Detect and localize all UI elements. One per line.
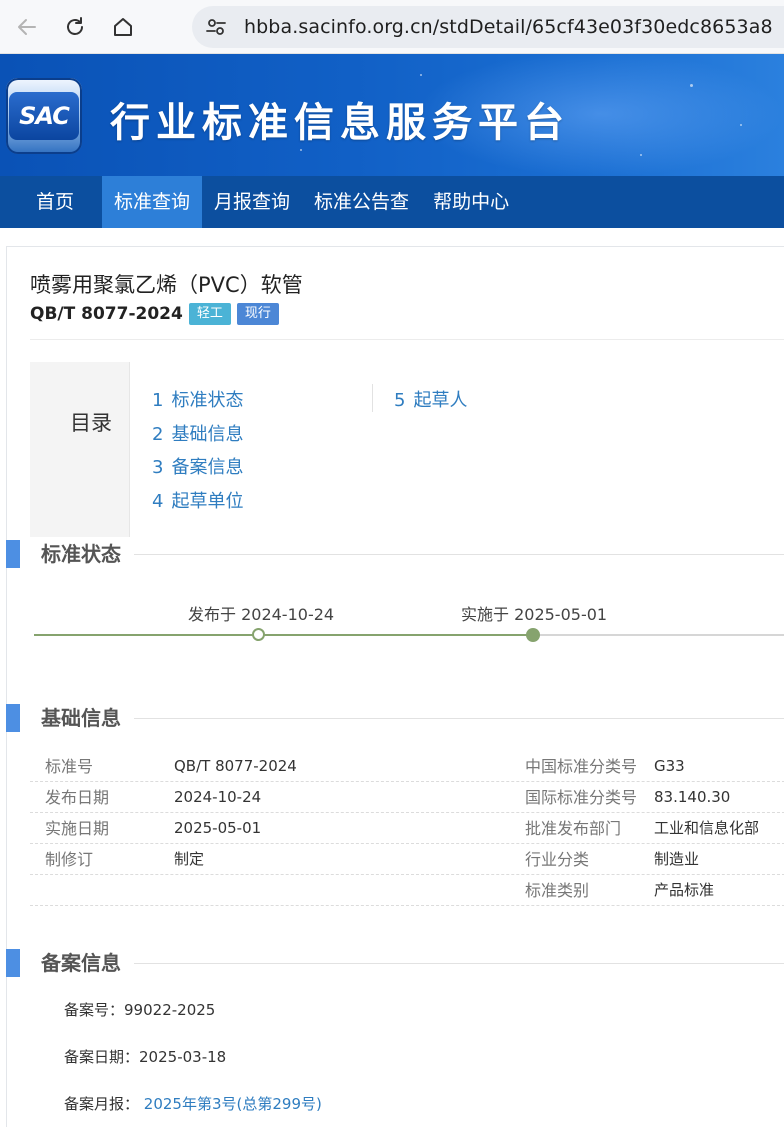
field-value: 工业和信息化部 (654, 819, 760, 837)
section-rule (134, 963, 784, 964)
table-row: 标准类别 产品标准 (30, 875, 784, 906)
timeline-progress-line (34, 634, 534, 636)
filing-number: 备案号：99022-2025 (64, 1001, 216, 1019)
toc-item-drafters[interactable]: 5 起草人 (394, 386, 467, 420)
filing-monthly-report: 备案月报： 2025年第3号(总第299号) (64, 1095, 322, 1113)
section-basic-heading: 基础信息 (6, 704, 784, 732)
timeline-implemented-label: 实施于 2025-05-01 (461, 605, 608, 624)
site-banner: SAC 行业标准信息服务平台 (0, 54, 784, 176)
field-value: QB/T 8077-2024 (174, 757, 297, 775)
section-status-heading: 标准状态 (6, 540, 784, 568)
section-filing-heading: 备案信息 (6, 949, 784, 977)
standard-code-row: QB/T 8077-2024 轻工 现行 (30, 303, 279, 325)
title-divider (30, 339, 784, 340)
field-value: G33 (654, 757, 685, 775)
toc-item-status[interactable]: 1 标准状态 (152, 386, 243, 420)
back-button[interactable] (12, 12, 42, 42)
reload-icon (67, 17, 83, 35)
timeline-future-line (534, 634, 784, 636)
url-text[interactable]: hbba.sacinfo.org.cn/stdDetail/65cf43e03f… (244, 16, 773, 38)
section-rule (134, 718, 784, 719)
toc-list: 1 标准状态 2 基础信息 3 备案信息 4 起草单位 (152, 386, 243, 520)
toc-item-basic-info[interactable]: 2 基础信息 (152, 420, 243, 454)
field-value: 制造业 (654, 850, 700, 868)
status-badge: 现行 (236, 303, 279, 325)
timeline-implemented-dot (526, 628, 540, 642)
site-title: 行业标准信息服务平台 (110, 100, 570, 146)
arrow-left-icon (18, 19, 36, 35)
toc-item-filing-info[interactable]: 3 备案信息 (152, 453, 243, 487)
field-value: 制定 (174, 850, 205, 868)
table-row: 制修订 制定 行业分类 制造业 (30, 844, 784, 875)
toc-panel: 目录 (30, 362, 130, 537)
toc-list-2: 5 起草人 (394, 386, 467, 420)
field-label: 制修订 (45, 850, 94, 869)
main-nav: 首页 标准查询 月报查询 标准公告查 帮助中心 (0, 176, 784, 228)
section-marker (6, 949, 20, 977)
section-title: 基础信息 (41, 704, 131, 732)
sac-logo[interactable]: SAC (6, 78, 82, 154)
table-row: 标准号 QB/T 8077-2024 中国标准分类号 G33 (30, 751, 784, 782)
section-marker (6, 704, 20, 732)
field-label: 标准号 (45, 757, 94, 776)
toc-item-drafting-units[interactable]: 4 起草单位 (152, 487, 243, 521)
nav-item-announcements[interactable]: 标准公告查 (302, 176, 421, 228)
field-value: 2024-10-24 (174, 788, 262, 806)
field-value: 产品标准 (654, 881, 715, 899)
category-badge: 轻工 (188, 303, 231, 325)
nav-item-home[interactable]: 首页 (0, 176, 102, 228)
timeline-published-dot (252, 628, 265, 641)
field-value: 83.140.30 (654, 788, 731, 806)
standard-code: QB/T 8077-2024 (30, 304, 183, 324)
toc-title: 目录 (70, 411, 112, 435)
nav-item-monthly-report[interactable]: 月报查询 (202, 176, 302, 228)
field-value: 2025-05-01 (174, 819, 262, 837)
section-title: 标准状态 (41, 540, 131, 568)
reload-button[interactable] (60, 12, 90, 42)
toc-divider (372, 384, 373, 412)
timeline-published-label: 发布于 2024-10-24 (188, 605, 335, 624)
monthly-report-link[interactable]: 2025年第3号(总第299号) (144, 1095, 322, 1113)
field-label: 国际标准分类号 (525, 788, 638, 807)
section-title: 备案信息 (41, 949, 131, 977)
nav-item-help[interactable]: 帮助中心 (421, 176, 521, 228)
home-button[interactable] (108, 12, 138, 42)
table-row: 发布日期 2024-10-24 国际标准分类号 83.140.30 (30, 782, 784, 813)
field-label: 标准类别 (525, 881, 590, 900)
section-marker (6, 540, 20, 568)
browser-toolbar: hbba.sacinfo.org.cn/stdDetail/65cf43e03f… (0, 0, 784, 54)
site-settings-icon[interactable] (204, 15, 228, 39)
table-row: 实施日期 2025-05-01 批准发布部门 工业和信息化部 (30, 813, 784, 844)
field-label: 行业分类 (525, 850, 590, 869)
filing-date: 备案日期：2025-03-18 (64, 1048, 227, 1066)
nav-item-standard-search[interactable]: 标准查询 (102, 176, 203, 228)
field-label: 批准发布部门 (525, 819, 622, 838)
field-label: 实施日期 (45, 819, 110, 838)
home-icon (114, 18, 132, 36)
field-label: 发布日期 (45, 788, 110, 807)
section-rule (134, 554, 784, 555)
address-bar[interactable]: hbba.sacinfo.org.cn/stdDetail/65cf43e03f… (192, 6, 784, 48)
standard-title: 喷雾用聚氯乙烯（PVC）软管 (30, 273, 303, 297)
field-label: 中国标准分类号 (525, 757, 638, 776)
